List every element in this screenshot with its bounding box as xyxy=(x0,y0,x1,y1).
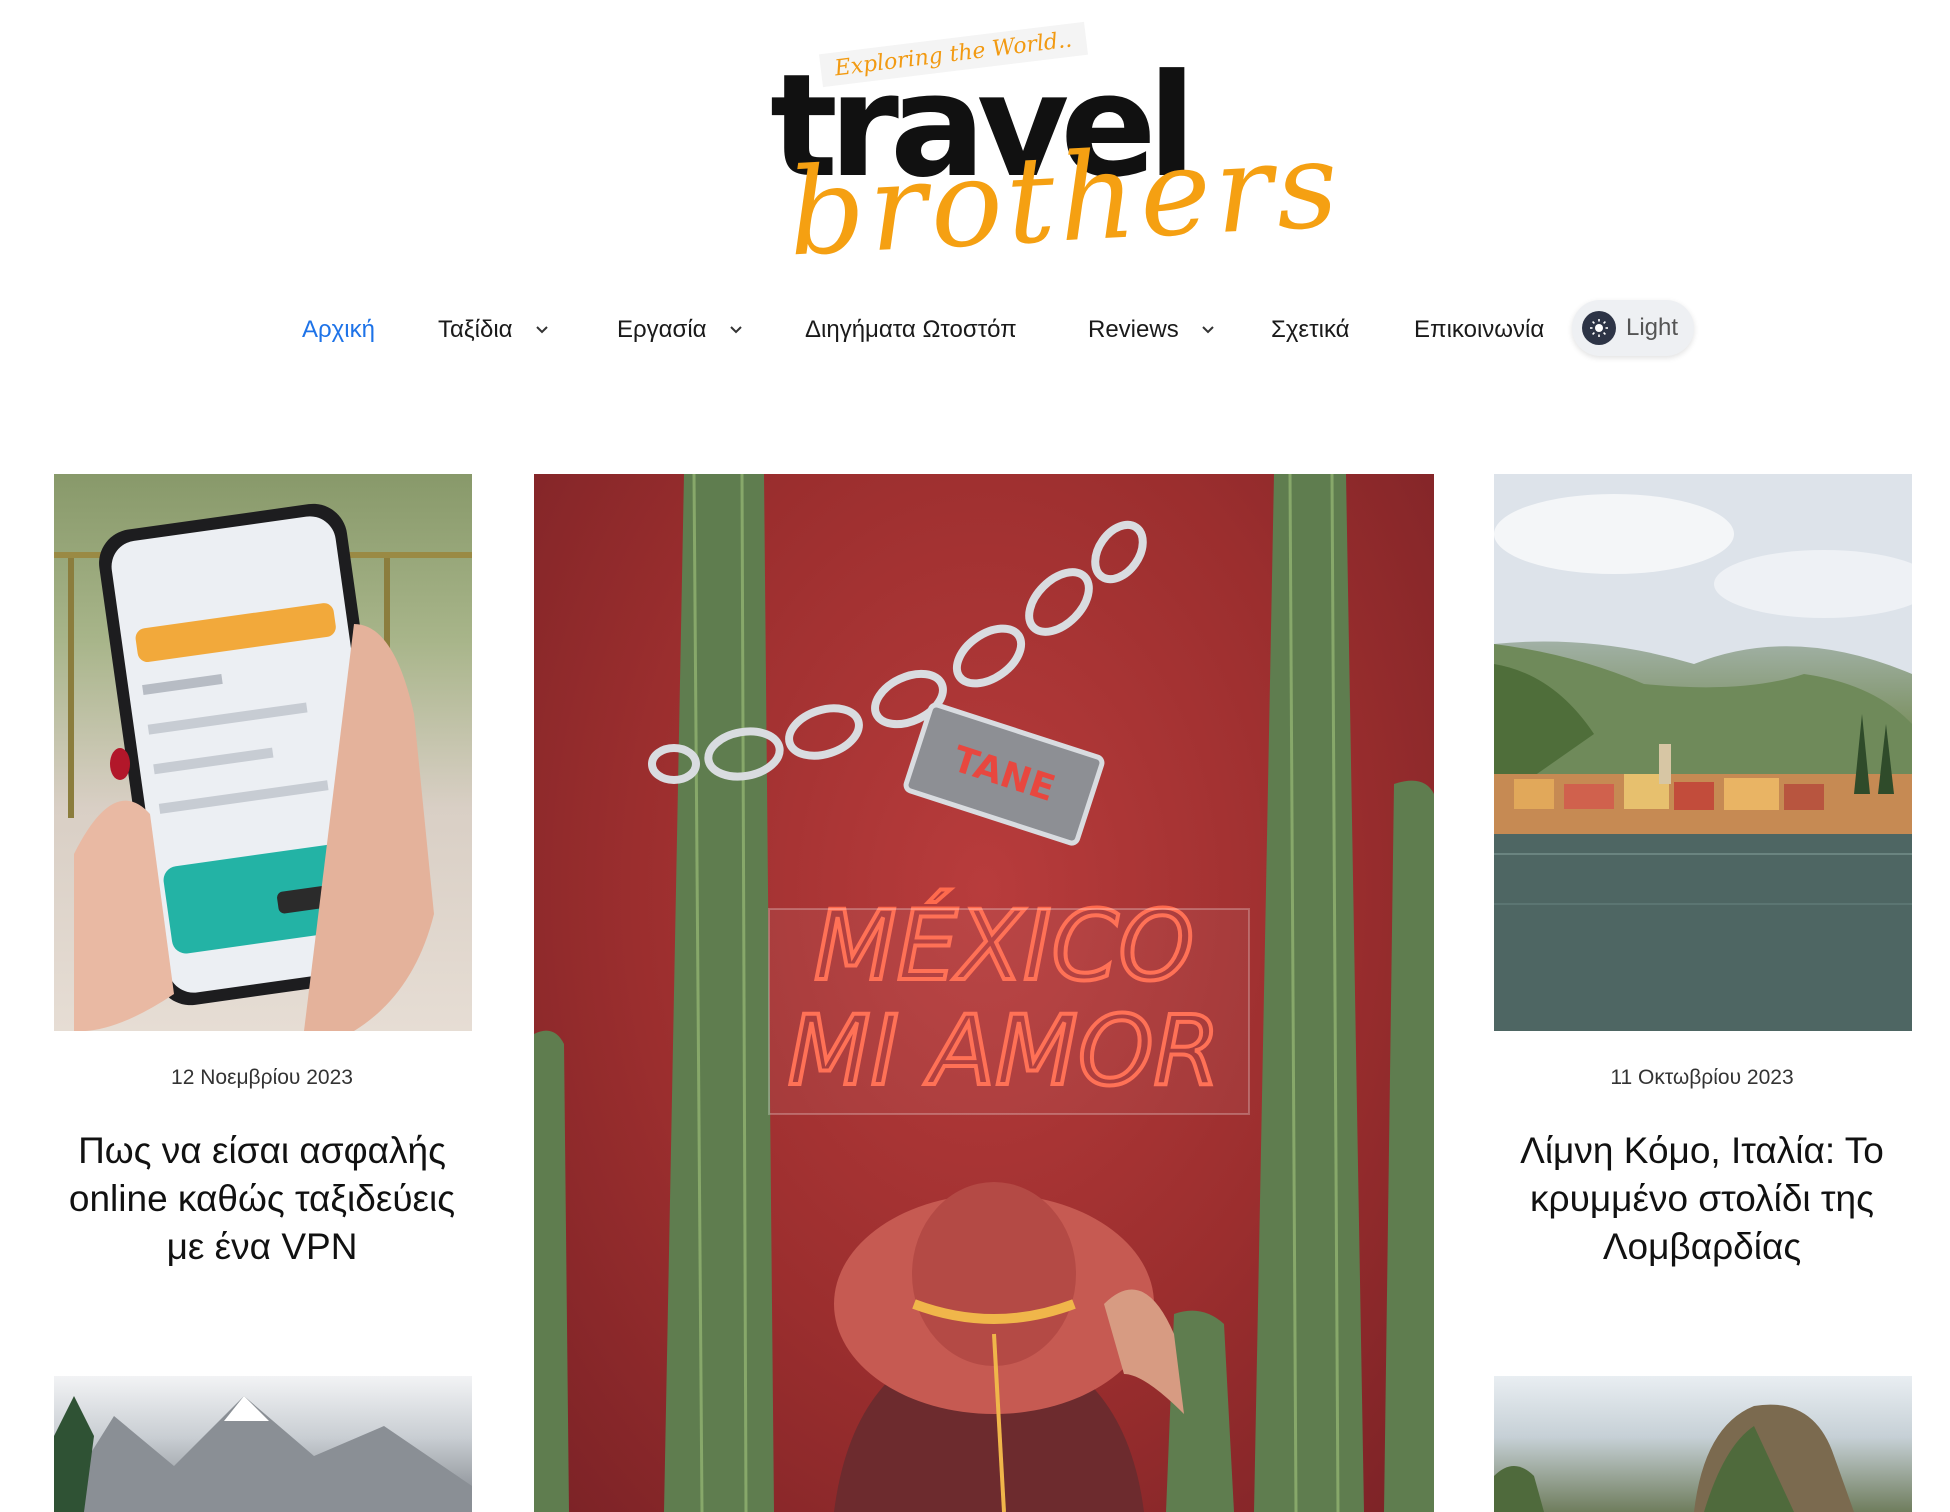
post-date: 12 Νοεμβρίου 2023 xyxy=(171,1066,353,1089)
nav-item-about[interactable]: Σχετικά xyxy=(1271,300,1350,360)
post-image-lake-como[interactable] xyxy=(1494,474,1912,1031)
site-logo[interactable]: Exploring the World.. travel brothers xyxy=(770,21,1345,283)
post-date: 11 Οκτωβρίου 2023 xyxy=(1610,1066,1794,1089)
nav-item-home[interactable]: Αρχική xyxy=(302,300,375,360)
logo-word-brothers: brothers xyxy=(784,115,1346,284)
chevron-down-icon xyxy=(535,325,549,335)
post-title-vpn[interactable]: Πως να είσαι ασφαλής online καθώς ταξιδε… xyxy=(52,1127,472,1271)
theme-toggle[interactable]: Light xyxy=(1572,300,1694,356)
sun-icon xyxy=(1582,311,1616,345)
post-title-lake-como[interactable]: Λίμνη Κόμο, Ιταλία: Το κρυμμένο στολίδι … xyxy=(1492,1127,1912,1271)
nav-item-label: Αρχική xyxy=(302,316,375,343)
post-image-mountains[interactable] xyxy=(54,1376,472,1512)
post-image-vpn[interactable] xyxy=(54,474,472,1031)
nav-item-travels[interactable]: Ταξίδια xyxy=(438,300,549,360)
nav-item-label: Ταξίδια xyxy=(438,316,513,343)
theme-toggle-label: Light xyxy=(1626,314,1679,341)
nav-item-contact[interactable]: Επικοινωνία xyxy=(1414,300,1544,360)
nav-item-work[interactable]: Εργασία xyxy=(617,300,743,360)
nav-item-label: Σχετικά xyxy=(1271,316,1350,343)
chevron-down-icon xyxy=(729,325,743,335)
nav-item-hitchhiking-stories[interactable]: Διηγήματα Ωτοστόπ xyxy=(805,300,1017,360)
chevron-down-icon xyxy=(1201,325,1215,335)
nav-item-label: Επικοινωνία xyxy=(1414,316,1545,343)
featured-post-image[interactable]: TANE MÉXICO MI AMOR xyxy=(534,474,1434,1512)
post-image-rock-island[interactable] xyxy=(1494,1376,1912,1512)
nav-item-label: Εργασία xyxy=(617,316,707,343)
nav-item-reviews[interactable]: Reviews xyxy=(1088,300,1215,360)
nav-item-label: Διηγήματα Ωτοστόπ xyxy=(805,316,1017,343)
nav-item-label: Reviews xyxy=(1088,316,1179,343)
